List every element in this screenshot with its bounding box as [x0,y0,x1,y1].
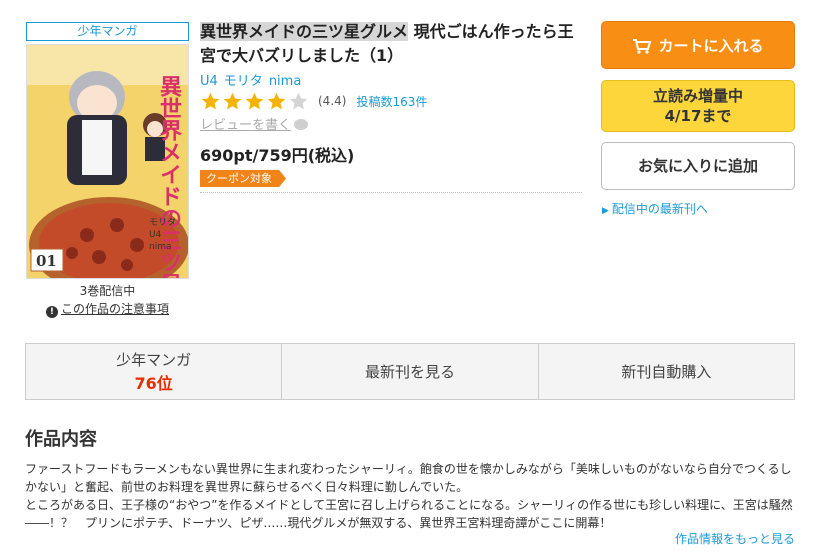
rating-value: (4.4) [318,94,347,108]
synopsis-paragraph: ファーストフードもラーメンもない異世界に生まれ変わったシャーリィ。飽食の世を懐か… [25,462,792,494]
volume-count: 3巻配信中 [79,284,136,298]
action-tabs: 少年マンガ 76位 最新刊を見る 新刊自動購入 [25,343,795,400]
latest-volume-label: 配信中の最新刊へ [611,202,708,216]
ranking-value: 76位 [134,374,173,393]
trial-read-deadline: 4/17まで [664,107,732,125]
ranking-category: 少年マンガ [116,351,192,369]
author-link[interactable]: nima [269,74,301,89]
trial-read-label: 立読み増量中 [652,87,743,105]
book-title: 異世界メイドの三ツ星グルメ 現代ごはん作ったら王宮で大バズリしました（1） [200,20,588,68]
section-title: 作品内容 [25,429,97,450]
write-review-link[interactable]: レビューを書く [200,114,309,133]
book-title-highlight: 異世界メイドの三ツ星グルメ [200,22,409,41]
cover-author: モリタ [149,217,176,228]
coupon-badge: クーポン対象 [200,170,286,187]
star-empty-icon [289,92,308,109]
author-link[interactable]: モリタ [224,74,263,89]
add-to-cart-label: カートに入れる [658,37,764,55]
cover-artist2: nima [149,242,172,252]
caution-notice[interactable]: ! この作品の注意事項 [26,300,189,318]
star-filled-icon [267,92,286,109]
cover-image[interactable]: 異世界メイドの三ツ星グルメ 01 モリタ U4 nima [26,44,189,279]
cover-art: 異世界メイドの三ツ星グルメ 01 モリタ U4 nima [27,45,188,278]
reviews-count-link[interactable]: 投稿数163件 [356,93,427,110]
author-link[interactable]: U4 [200,74,218,89]
triangle-right-icon: ▶ [602,206,609,216]
cart-icon [633,39,652,54]
tab-auto-purchase[interactable]: 新刊自動購入 [538,344,794,399]
synopsis: ファーストフードもラーメンもない異世界に生まれ変わったシャーリィ。飽食の世を懐か… [25,460,797,532]
price: 690pt/759円(税込) [200,146,355,165]
author-list: U4 モリタ nima [200,70,307,89]
write-review-label: レビューを書く [200,118,292,133]
add-to-cart-button[interactable]: カートに入れる [601,21,795,69]
genre-tag[interactable]: 少年マンガ [26,22,189,41]
add-favorite-button[interactable]: お気に入りに追加 [601,142,795,190]
star-filled-icon [245,92,264,109]
caution-link[interactable]: この作品の注意事項 [61,302,169,316]
cover-volume: 01 [36,252,57,270]
latest-volume-link[interactable]: ▶ 配信中の最新刊へ [602,200,708,217]
more-info-link[interactable]: 作品情報をもっと見る [675,530,795,547]
speech-bubble-icon [294,119,309,130]
tab-ranking[interactable]: 少年マンガ 76位 [26,344,283,399]
tab-latest-volume[interactable]: 最新刊を見る [282,344,539,399]
synopsis-paragraph: ところがある日、王子様の“おやつ”を作るメイドとして王宮に召し上げられることにな… [25,498,793,530]
star-rating [200,91,310,112]
star-filled-icon [223,92,242,109]
rating: (4.4) 投稿数163件 [200,90,427,112]
divider [200,192,582,193]
exclamation-icon: ! [45,306,58,318]
cover-artist: U4 [149,230,162,240]
star-filled-icon [201,92,220,109]
trial-read-button[interactable]: 立読み増量中 4/17まで [601,80,795,132]
